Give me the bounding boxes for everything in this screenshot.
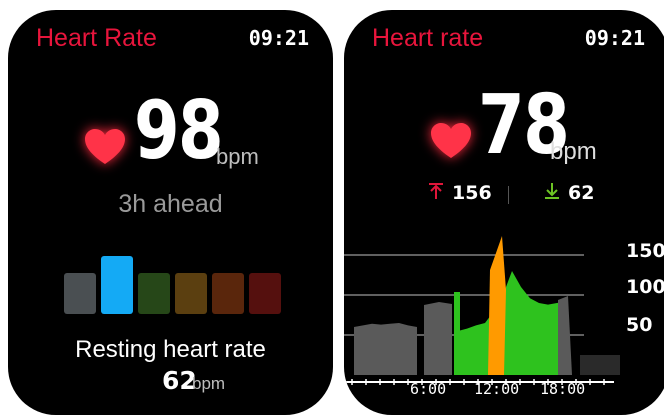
resting-unit: bpm [192, 374, 226, 393]
rest-area-morning [354, 323, 417, 375]
zone-bar-4 [175, 273, 207, 314]
x-tick-label: 18:00 [540, 380, 586, 398]
screen-title: Heart Rate [36, 24, 157, 52]
peak-area [488, 236, 506, 375]
watch-face-heart-rate: Heart Rate 09:21 98 bpm 3h ahead Resting… [8, 10, 333, 415]
arrow-up-icon [428, 182, 444, 205]
stat-divider [508, 186, 509, 204]
watch-face-heart-rate-chart: Heart rate 09:21 78 bpm 156 62 150 100 50 6… [344, 10, 664, 415]
y-tick-label: 100 [626, 276, 664, 298]
heart-rate-value: 98 [134, 84, 224, 177]
heart-rate-unit: bpm [216, 144, 259, 169]
rest-area-night [580, 355, 620, 375]
x-tick-label: 12:00 [474, 380, 520, 398]
zone-bar-6 [249, 273, 281, 314]
y-tick-label: 50 [626, 314, 653, 336]
heart-rate-unit: bpm [550, 138, 597, 165]
screen-title: Heart rate [372, 24, 484, 52]
rest-area-midday [424, 302, 452, 375]
zone-bar-1 [64, 273, 96, 314]
active-area [458, 271, 566, 375]
zone-bar-5 [212, 273, 244, 314]
arrow-down-icon [544, 182, 560, 205]
min-heart-rate: 62 [568, 182, 595, 204]
x-tick-label: 6:00 [410, 380, 447, 398]
clock-time: 09:21 [584, 26, 645, 50]
clock-time: 09:21 [248, 26, 309, 50]
heart-icon [84, 128, 126, 166]
heart-icon [430, 122, 472, 160]
resting-label: Resting heart rate [75, 336, 266, 363]
max-heart-rate: 156 [452, 182, 492, 204]
y-tick-label: 150 [626, 240, 664, 262]
rest-area-evening [558, 296, 572, 375]
ahead-text: 3h ahead [118, 190, 223, 218]
active-bar-early [454, 292, 460, 375]
zone-bar-3 [138, 273, 170, 314]
zone-bar-2 [101, 256, 133, 314]
